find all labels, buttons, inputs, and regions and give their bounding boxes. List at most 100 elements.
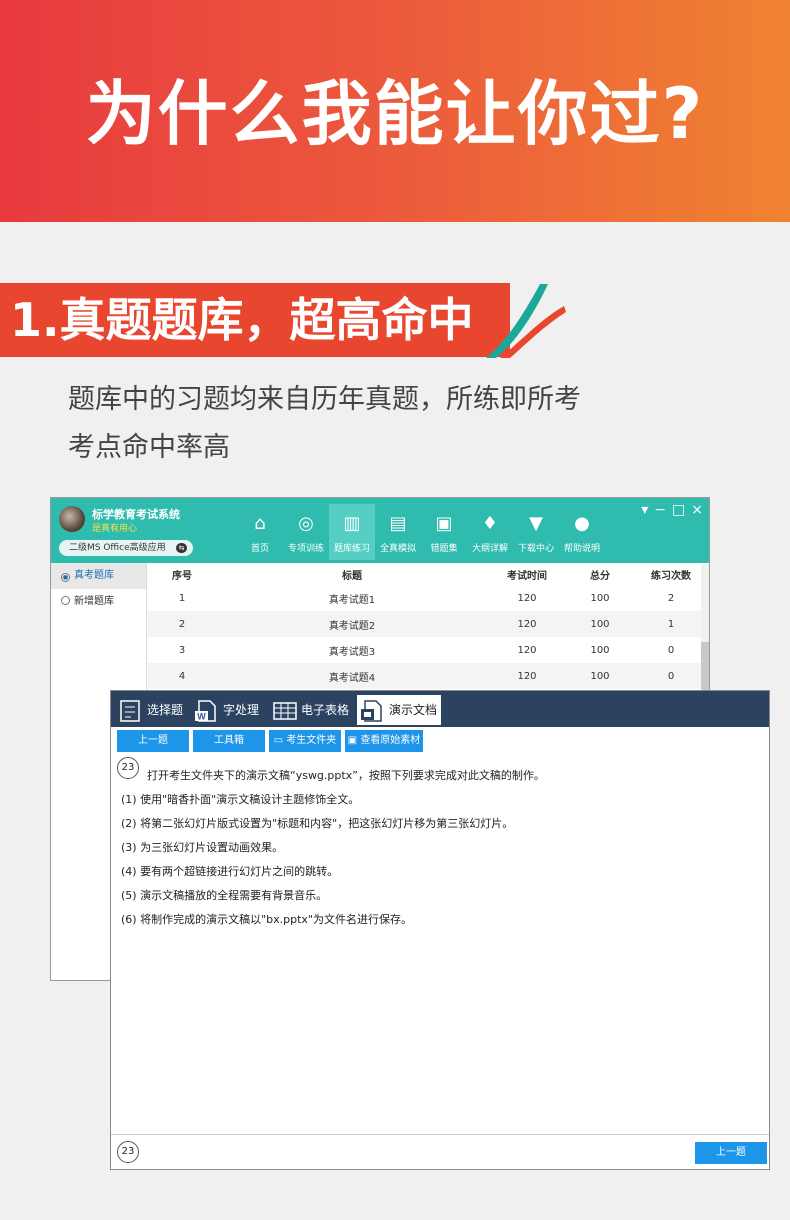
app-subtitle: 是真有用心 — [92, 524, 138, 534]
cell-index: 2 — [178, 618, 186, 630]
table-header: 序号 标题 考试时间 总分 练习次数 — [147, 563, 709, 585]
graduation-cap-icon: ♦ — [481, 513, 499, 534]
nav-help[interactable]: ● 帮助说明 — [559, 504, 605, 560]
cell-score: 100 — [590, 644, 610, 656]
cell-title: 真考试题1 — [328, 594, 376, 606]
section-description: 题库中的习题均来自历年真题，所练即所考 考点命中率高 — [68, 376, 628, 472]
question-item: (1) 使用"暗香扑面"演示文稿设计主题修饰全文。 — [121, 793, 360, 806]
spreadsheet-icon — [273, 699, 297, 723]
radio-icon — [61, 596, 70, 605]
cell-index: 1 — [178, 592, 186, 604]
cell-count: 0 — [667, 644, 675, 656]
target-icon: ◎ — [298, 513, 314, 534]
top-banner: 为什么我能让你过? — [0, 0, 790, 222]
exam-question-window: 选择题 W 字处理 电子表格 演示文档 上一题 工具箱 ▭ 考生文件夹 ▣ 查看… — [110, 690, 770, 1170]
tab-word-processing[interactable]: W 字处理 — [195, 695, 259, 725]
cell-title: 真考试题4 — [328, 672, 376, 684]
svg-text:W: W — [197, 711, 206, 721]
books-icon: ▥ — [343, 513, 361, 534]
tab-label: 字处理 — [223, 703, 260, 717]
nav-syllabus[interactable]: ♦ 大纲详解 — [467, 504, 513, 560]
app-header: 标学教育考试系统 是真有用心 二级MS Office高级应用 ⇆ ⌂ 首页 ◎ … — [51, 498, 709, 563]
cell-count: 0 — [667, 670, 675, 682]
footer-question-number[interactable]: 23 — [117, 1141, 139, 1163]
question-intro: 打开考生文件夹下的演示文稿“yswg.pptx”，按照下列要求完成对此文稿的制作… — [147, 769, 545, 782]
document-icon: ▣ — [347, 735, 358, 746]
section-heading-bar: 1.真题题库，超高命中 — [0, 283, 510, 357]
column-header[interactable]: 练习次数 — [633, 567, 709, 582]
column-header[interactable]: 总分 — [567, 567, 633, 582]
cell-time: 120 — [517, 644, 537, 656]
button-label: 查看原始素材 — [360, 735, 421, 746]
nav-wrong-questions[interactable]: ▣ 错题集 — [421, 504, 467, 560]
maximize-icon[interactable]: □ — [672, 502, 685, 518]
section-heading: 1.真题题库，超高命中 — [10, 293, 474, 347]
cell-count: 1 — [667, 618, 675, 630]
tab-choice[interactable]: 选择题 — [119, 695, 183, 725]
main-nav: ⌂ 首页 ◎ 专项训练 ▥ 题库练习 ▤ 全真模拟 ▣ 错题集 ♦ 大纲详解 ▼… — [237, 504, 605, 562]
tab-presentation[interactable]: 演示文档 — [357, 695, 442, 725]
sidebar-item-new-bank[interactable]: 新增题库 — [51, 589, 146, 615]
clipboard-icon: ▤ — [389, 513, 407, 534]
table-row[interactable]: 2 真考试题2 120 100 1 — [147, 611, 709, 637]
nav-special-training[interactable]: ◎ 专项训练 — [283, 504, 329, 560]
table-row[interactable]: 4 真考试题4 120 100 0 — [147, 663, 709, 689]
table-row[interactable]: 1 真考试题1 120 100 2 — [147, 585, 709, 611]
sidebar-item-label: 真考题库 — [74, 570, 114, 581]
level-selector[interactable]: 二级MS Office高级应用 ⇆ — [59, 540, 193, 556]
lightbulb-icon: ● — [574, 513, 590, 534]
footer-previous-button[interactable]: 上一题 — [695, 1142, 767, 1164]
dropdown-icon[interactable]: ▾ — [641, 502, 648, 518]
swoosh-decoration-icon — [486, 284, 566, 358]
window-controls: ▾ − □ × — [641, 502, 703, 518]
tab-label: 演示文档 — [389, 703, 438, 717]
question-footer: 23 上一题 — [111, 1134, 769, 1169]
avatar[interactable] — [59, 506, 85, 532]
description-line-1: 题库中的习题均来自历年真题，所练即所考 — [68, 384, 581, 415]
nav-question-bank[interactable]: ▥ 题库练习 — [329, 504, 375, 560]
level-label: 二级MS Office高级应用 — [69, 543, 166, 553]
column-header[interactable]: 序号 — [147, 567, 217, 582]
question-item: (4) 要有两个超链接进行幻灯片之间的跳转。 — [121, 865, 339, 878]
column-header[interactable]: 考试时间 — [487, 567, 567, 582]
banner-title: 为什么我能让你过? — [85, 73, 705, 155]
sidebar-item-real-exam-bank[interactable]: ● 真考题库 — [51, 563, 146, 589]
question-item: (5) 演示文稿播放的全程需要有背景音乐。 — [121, 889, 328, 902]
minimize-icon[interactable]: − — [654, 502, 666, 518]
nav-label: 全真模拟 — [379, 544, 416, 554]
radio-icon: ● — [61, 573, 70, 582]
checklist-icon — [119, 699, 141, 723]
tab-label: 选择题 — [147, 703, 184, 717]
question-item: (2) 将第二张幻灯片版式设置为"标题和内容"，把这张幻灯片移为第三张幻灯片。 — [121, 817, 514, 830]
toolbox-button[interactable]: 工具箱 — [193, 730, 265, 752]
column-header[interactable]: 标题 — [217, 567, 487, 582]
nav-home[interactable]: ⌂ 首页 — [237, 504, 283, 560]
cell-count: 2 — [667, 592, 675, 604]
download-icon: ▼ — [529, 513, 543, 534]
app-title: 标学教育考试系统 — [92, 508, 180, 521]
student-folder-button[interactable]: ▭ 考生文件夹 — [269, 730, 341, 752]
close-icon[interactable]: × — [691, 502, 703, 518]
cell-score: 100 — [590, 592, 610, 604]
cell-index: 3 — [178, 644, 186, 656]
cell-score: 100 — [590, 670, 610, 682]
question-number-badge: 23 — [117, 757, 139, 779]
nav-mock-exam[interactable]: ▤ 全真模拟 — [375, 504, 421, 560]
nav-label: 错题集 — [430, 544, 458, 554]
cell-time: 120 — [517, 618, 537, 630]
view-source-material-button[interactable]: ▣ 查看原始素材 — [345, 730, 423, 752]
cell-score: 100 — [590, 618, 610, 630]
nav-label: 帮助说明 — [563, 544, 600, 554]
cell-time: 120 — [517, 670, 537, 682]
nav-label: 大纲详解 — [471, 544, 508, 554]
previous-question-button[interactable]: 上一题 — [117, 730, 189, 752]
sidebar-item-label: 新增题库 — [74, 596, 114, 607]
cell-time: 120 — [517, 592, 537, 604]
nav-download[interactable]: ▼ 下载中心 — [513, 504, 559, 560]
switch-icon: ⇆ — [176, 543, 187, 553]
table-row[interactable]: 3 真考试题3 120 100 0 — [147, 637, 709, 663]
home-icon: ⌂ — [254, 513, 266, 534]
tab-spreadsheet[interactable]: 电子表格 — [273, 695, 349, 725]
question-table: 序号 标题 考试时间 总分 练习次数 1 真考试题1 120 100 2 2 真… — [147, 563, 709, 689]
description-line-2: 考点命中率高 — [68, 432, 230, 463]
